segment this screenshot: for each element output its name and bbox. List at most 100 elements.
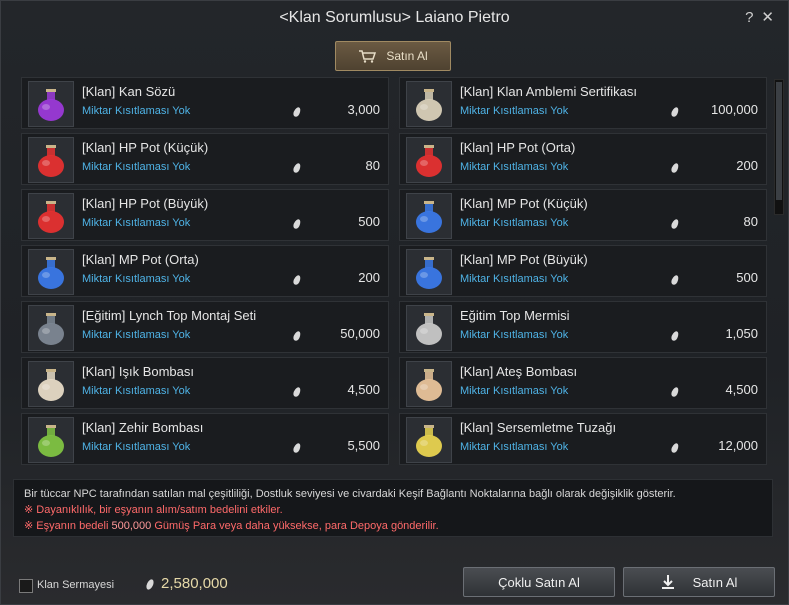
shop-item[interactable]: [Klan] MP Pot (Büyük) Miktar Kısıtlaması … bbox=[399, 245, 767, 297]
silver-coin-icon bbox=[292, 218, 302, 230]
note-line-1: Bir tüccar NPC tarafından satılan mal çe… bbox=[24, 488, 676, 500]
item-quantity-limit: Miktar Kısıtlaması Yok bbox=[82, 273, 191, 285]
silver-coin-icon bbox=[670, 442, 680, 454]
item-name: [Eğitim] Lynch Top Montaj Seti bbox=[82, 308, 257, 323]
item-name: Eğitim Top Mermisi bbox=[460, 308, 570, 323]
note-line-3-prefix: ※ Eşyanın bedeli bbox=[24, 520, 112, 532]
silver-coin-icon bbox=[292, 162, 302, 174]
silver-coin-icon bbox=[144, 578, 156, 591]
shop-item[interactable]: [Klan] HP Pot (Büyük) Miktar Kısıtlaması … bbox=[21, 189, 389, 241]
item-quantity-limit: Miktar Kısıtlaması Yok bbox=[460, 385, 569, 397]
silver-coin-icon bbox=[292, 274, 302, 286]
item-name: [Klan] HP Pot (Büyük) bbox=[82, 196, 209, 211]
item-quantity-limit: Miktar Kısıtlaması Yok bbox=[460, 441, 569, 453]
item-name: [Klan] Sersemletme Tuzağı bbox=[460, 420, 617, 435]
silver-coin-icon bbox=[670, 386, 680, 398]
item-price: 50,000 bbox=[340, 326, 380, 341]
note-line-3-suffix: Gümüş Para veya daha yüksekse, para Depo… bbox=[151, 520, 439, 532]
tab-buy-label: Satın Al bbox=[386, 49, 428, 63]
silver-coin-icon bbox=[670, 106, 680, 118]
item-price: 5,500 bbox=[347, 438, 380, 453]
bottom-bar: Klan Sermayesi 2,580,000 Çoklu Satın Al … bbox=[17, 567, 777, 601]
shop-item[interactable]: [Klan] HP Pot (Küçük) Miktar Kısıtlaması … bbox=[21, 133, 389, 185]
item-name: [Klan] Işık Bombası bbox=[82, 364, 194, 379]
item-price: 12,000 bbox=[718, 438, 758, 453]
silver-coin-icon bbox=[670, 162, 680, 174]
guild-funds-checkbox[interactable] bbox=[19, 579, 33, 593]
item-quantity-limit: Miktar Kısıtlaması Yok bbox=[460, 161, 569, 173]
item-price: 3,000 bbox=[347, 102, 380, 117]
poison-bomb-icon bbox=[28, 417, 74, 463]
red-potion-large-icon bbox=[28, 193, 74, 239]
item-name: [Klan] HP Pot (Küçük) bbox=[82, 140, 209, 155]
item-quantity-limit: Miktar Kısıtlaması Yok bbox=[460, 217, 569, 229]
shop-item[interactable]: [Klan] Sersemletme Tuzağı Miktar Kısıtlam… bbox=[399, 413, 767, 465]
shop-item[interactable]: [Klan] Ateş Bombası Miktar Kısıtlaması Yo… bbox=[399, 357, 767, 409]
shop-item[interactable]: [Klan] MP Pot (Orta) Miktar Kısıtlaması Y… bbox=[21, 245, 389, 297]
silver-coin-icon bbox=[670, 330, 680, 342]
shop-item[interactable]: [Klan] Zehir Bombası Miktar Kısıtlaması Y… bbox=[21, 413, 389, 465]
scrollbar-thumb[interactable] bbox=[776, 82, 782, 200]
buy-button[interactable]: Satın Al bbox=[623, 567, 775, 597]
silver-coin-icon bbox=[292, 330, 302, 342]
multi-buy-button-label: Çoklu Satın Al bbox=[498, 574, 580, 590]
shop-item[interactable]: [Klan] Klan Amblemi Sertifikası Miktar Kı… bbox=[399, 77, 767, 129]
multi-buy-button[interactable]: Çoklu Satın Al bbox=[463, 567, 615, 597]
item-quantity-limit: Miktar Kısıtlaması Yok bbox=[82, 385, 191, 397]
item-quantity-limit: Miktar Kısıtlaması Yok bbox=[82, 329, 191, 341]
buy-button-label: Satın Al bbox=[692, 574, 738, 590]
shop-item[interactable]: Eğitim Top Mermisi Miktar Kısıtlaması Yok… bbox=[399, 301, 767, 353]
item-name: [Klan] Klan Amblemi Sertifikası bbox=[460, 84, 638, 99]
item-quantity-limit: Miktar Kısıtlaması Yok bbox=[82, 105, 191, 117]
guild-funds-amount: 2,580,000 bbox=[161, 575, 228, 592]
item-price: 80 bbox=[743, 214, 758, 229]
light-bomb-icon bbox=[28, 361, 74, 407]
silver-coin-icon bbox=[292, 442, 302, 454]
item-quantity-limit: Miktar Kısıtlaması Yok bbox=[460, 329, 569, 341]
fire-bomb-icon bbox=[406, 361, 452, 407]
item-price: 4,500 bbox=[347, 382, 380, 397]
item-list: [Klan] Kan Sözü Miktar Kısıtlaması Yok 3,0… bbox=[13, 77, 773, 473]
silver-coin-icon bbox=[670, 274, 680, 286]
item-price: 500 bbox=[736, 270, 758, 285]
item-price: 1,050 bbox=[725, 326, 758, 341]
help-icon[interactable]: ? bbox=[745, 9, 753, 27]
guild-funds-checkbox-label: Klan Sermayesi bbox=[37, 579, 115, 591]
item-name: [Klan] MP Pot (Orta) bbox=[82, 252, 199, 267]
shop-notes: Bir tüccar NPC tarafından satılan mal çe… bbox=[13, 479, 773, 537]
blue-potion-small-icon bbox=[406, 193, 452, 239]
note-line-2: ※ Dayanıklılık, bir eşyanın alım/satım b… bbox=[24, 504, 283, 516]
note-line-3: ※ Eşyanın bedeli 500,000 Gümüş Para veya… bbox=[24, 518, 762, 534]
certificate-icon bbox=[406, 81, 452, 127]
silver-coin-icon bbox=[670, 218, 680, 230]
item-price: 200 bbox=[736, 158, 758, 173]
npc-shop-window: <Klan Sorumlusu> Laiano Pietro ? ✕ Satın… bbox=[0, 0, 789, 605]
item-quantity-limit: Miktar Kısıtlaması Yok bbox=[460, 105, 569, 117]
tab-buy[interactable]: Satın Al bbox=[335, 41, 451, 71]
title-bar: <Klan Sorumlusu> Laiano Pietro ? ✕ bbox=[1, 1, 788, 35]
item-price: 200 bbox=[358, 270, 380, 285]
shop-item[interactable]: [Klan] Işık Bombası Miktar Kısıtlaması Yo… bbox=[21, 357, 389, 409]
cart-icon bbox=[358, 49, 377, 63]
shop-item[interactable]: [Klan] MP Pot (Küçük) Miktar Kısıtlaması … bbox=[399, 189, 767, 241]
red-potion-medium-icon bbox=[406, 137, 452, 183]
item-name: [Klan] Kan Sözü bbox=[82, 84, 176, 99]
shop-item[interactable]: [Klan] HP Pot (Orta) Miktar Kısıtlaması Y… bbox=[399, 133, 767, 185]
blue-potion-large-icon bbox=[406, 249, 452, 295]
item-name: [Klan] HP Pot (Orta) bbox=[460, 140, 576, 155]
purple-potion-icon bbox=[28, 81, 74, 127]
item-name: [Klan] Ateş Bombası bbox=[460, 364, 578, 379]
item-quantity-limit: Miktar Kısıtlaması Yok bbox=[82, 441, 191, 453]
shop-item[interactable]: [Klan] Kan Sözü Miktar Kısıtlaması Yok 3,0… bbox=[21, 77, 389, 129]
silver-coin-icon bbox=[292, 106, 302, 118]
shop-item[interactable]: [Eğitim] Lynch Top Montaj Seti Miktar Kıs… bbox=[21, 301, 389, 353]
download-icon bbox=[661, 574, 675, 590]
item-name: [Klan] MP Pot (Büyük) bbox=[460, 252, 588, 267]
item-list-scrollbar[interactable] bbox=[774, 79, 784, 215]
close-icon[interactable]: ✕ bbox=[761, 9, 774, 27]
blue-potion-medium-icon bbox=[28, 249, 74, 295]
cannon-kit-icon bbox=[28, 305, 74, 351]
item-name: [Klan] Zehir Bombası bbox=[82, 420, 204, 435]
window-title: <Klan Sorumlusu> Laiano Pietro bbox=[279, 9, 510, 26]
item-quantity-limit: Miktar Kısıtlaması Yok bbox=[82, 217, 191, 229]
